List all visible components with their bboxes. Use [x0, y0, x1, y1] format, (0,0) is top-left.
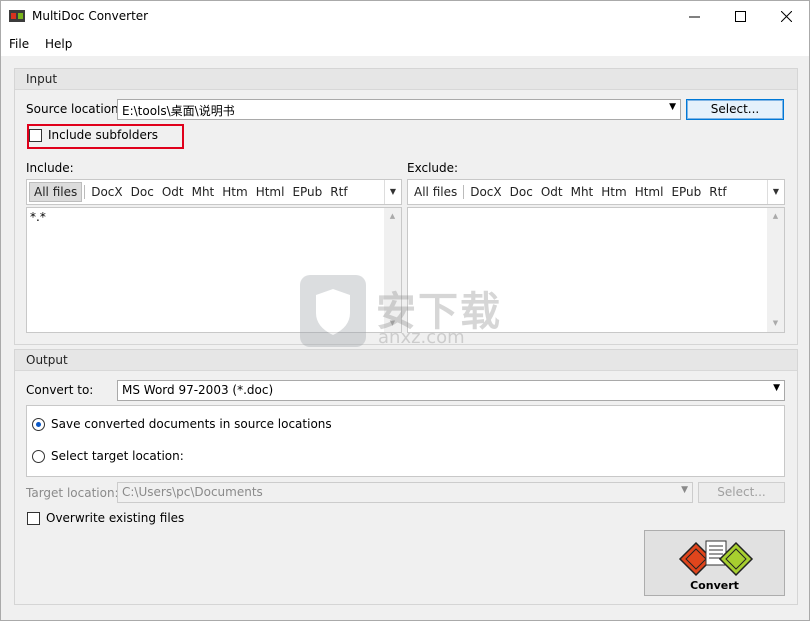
- annotation-highlight-box: [27, 124, 184, 149]
- exclude-tab-htm[interactable]: Htm: [597, 185, 630, 199]
- title-bar: MultiDoc Converter: [1, 1, 809, 32]
- convert-button-label: Convert: [690, 579, 739, 592]
- checkbox-icon: [27, 511, 40, 525]
- overwrite-existing-label: Overwrite existing files: [46, 511, 185, 525]
- include-tab-html[interactable]: Html: [252, 185, 289, 199]
- scroll-up-icon[interactable]: ▲: [767, 208, 784, 225]
- dropdown-arrow-icon: ▼: [773, 383, 780, 393]
- convert-documents-icon: [678, 540, 754, 577]
- source-location-label: Source location:: [26, 102, 123, 116]
- radio-select-target[interactable]: Select target location:: [32, 449, 184, 463]
- target-options-panel: [26, 405, 785, 477]
- exclude-tab-docx[interactable]: DocX: [466, 185, 505, 199]
- exclude-tab-html[interactable]: Html: [631, 185, 668, 199]
- close-button[interactable]: [763, 1, 809, 32]
- watermark-url: anxz.com: [378, 327, 465, 348]
- dropdown-arrow-icon: ▼: [681, 485, 688, 495]
- app-icon: [9, 10, 25, 22]
- menu-help[interactable]: Help: [45, 37, 72, 51]
- include-tab-docx[interactable]: DocX: [87, 185, 126, 199]
- radio-select-target-label: Select target location:: [51, 449, 184, 463]
- exclude-tab-odt[interactable]: Odt: [537, 185, 567, 199]
- maximize-icon: [734, 11, 746, 22]
- menu-bar: File Help: [1, 32, 809, 56]
- include-tab-odt[interactable]: Odt: [158, 185, 188, 199]
- minimize-button[interactable]: [671, 1, 717, 32]
- target-location-combo[interactable]: C:\Users\pc\Documents ▼: [117, 482, 693, 503]
- source-location-value: E:\tools\桌面\说明书: [122, 104, 235, 118]
- radio-save-in-source-label: Save converted documents in source locat…: [51, 417, 332, 431]
- target-select-button[interactable]: Select...: [698, 482, 785, 503]
- include-tab-rtf[interactable]: Rtf: [326, 185, 351, 199]
- include-tab-epub[interactable]: EPub: [288, 185, 326, 199]
- include-tab-all-files[interactable]: All files: [29, 182, 83, 202]
- include-filter-tabs: All files DocX Doc Odt Mht Htm Html EPub…: [26, 179, 402, 205]
- exclude-tab-doc[interactable]: Doc: [506, 185, 537, 199]
- dropdown-arrow-icon: ▼: [669, 102, 676, 112]
- include-tabs-dropdown-icon[interactable]: ▼: [384, 180, 401, 204]
- convert-to-value: MS Word 97-2003 (*.doc): [122, 383, 274, 397]
- watermark: 安下载 anxz.com: [298, 271, 518, 354]
- target-location-label: Target location:: [26, 486, 119, 500]
- app-window: MultiDoc Converter File Help Input Sourc…: [0, 0, 810, 621]
- radio-unselected-icon: [32, 449, 45, 463]
- source-location-combo[interactable]: E:\tools\桌面\说明书 ▼: [117, 99, 681, 120]
- input-group-title: Input: [26, 72, 58, 86]
- window-title: MultiDoc Converter: [32, 9, 149, 23]
- exclude-tab-all-files[interactable]: All files: [410, 185, 461, 199]
- minimize-icon: [688, 16, 700, 18]
- include-tab-htm[interactable]: Htm: [218, 185, 251, 199]
- maximize-button[interactable]: [717, 1, 763, 32]
- exclude-tab-epub[interactable]: EPub: [667, 185, 705, 199]
- target-location-value: C:\Users\pc\Documents: [122, 485, 263, 499]
- exclude-tabs-dropdown-icon[interactable]: ▼: [767, 180, 784, 204]
- exclude-label: Exclude:: [407, 161, 459, 175]
- radio-save-in-source[interactable]: Save converted documents in source locat…: [32, 417, 332, 431]
- exclude-tab-rtf[interactable]: Rtf: [705, 185, 730, 199]
- convert-button[interactable]: Convert: [644, 530, 785, 596]
- include-tab-mht[interactable]: Mht: [188, 185, 219, 199]
- scroll-down-icon[interactable]: ▼: [767, 315, 784, 332]
- convert-to-label: Convert to:: [26, 383, 94, 397]
- include-tab-doc[interactable]: Doc: [127, 185, 158, 199]
- radio-selected-icon: [32, 417, 45, 431]
- convert-to-combo[interactable]: MS Word 97-2003 (*.doc) ▼: [117, 380, 785, 401]
- exclude-filter-tabs: All files DocX Doc Odt Mht Htm Html EPub…: [407, 179, 785, 205]
- exclude-scrollbar[interactable]: ▲ ▼: [767, 208, 784, 332]
- include-label: Include:: [26, 161, 74, 175]
- source-select-button[interactable]: Select...: [686, 99, 784, 120]
- close-icon: [780, 11, 792, 22]
- exclude-tab-mht[interactable]: Mht: [567, 185, 598, 199]
- menu-file[interactable]: File: [9, 37, 29, 51]
- scroll-up-icon[interactable]: ▲: [384, 208, 401, 225]
- overwrite-existing-checkbox[interactable]: Overwrite existing files: [27, 511, 184, 525]
- include-pattern-text: *.*: [30, 210, 46, 224]
- output-group-title: Output: [26, 353, 68, 367]
